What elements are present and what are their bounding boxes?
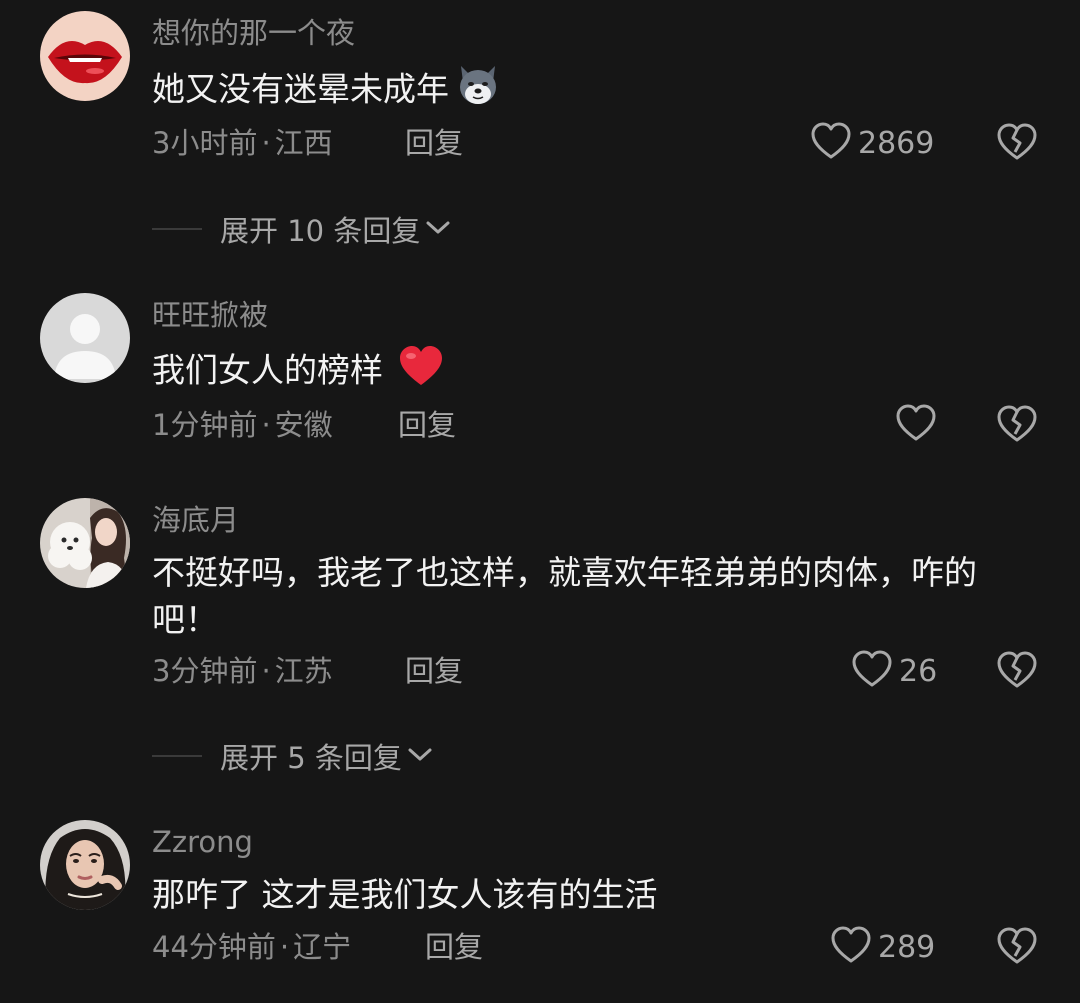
broken-heart-icon[interactable] bbox=[996, 926, 1038, 968]
expand-replies-label: 展开 5 条回复 bbox=[220, 741, 402, 775]
avatar[interactable] bbox=[40, 293, 130, 383]
avatar[interactable] bbox=[40, 820, 130, 910]
comment-username[interactable]: 旺旺掀被 bbox=[152, 297, 268, 333]
heart-outline-icon bbox=[810, 121, 852, 165]
comment-location: 安徽 bbox=[274, 408, 333, 442]
heart-outline-icon bbox=[830, 925, 872, 969]
expand-replies-label: 展开 10 条回复 bbox=[220, 214, 421, 248]
expand-replies-button[interactable]: 展开 5 条回复 bbox=[152, 736, 434, 776]
like-button[interactable]: 26 bbox=[851, 650, 937, 692]
comment-username[interactable]: Zzrong bbox=[152, 824, 253, 860]
broken-heart-icon[interactable] bbox=[996, 404, 1038, 446]
comment-time: 3分钟前 bbox=[152, 654, 258, 688]
comment-text: 不挺好吗，我老了也这样，就喜欢年轻弟弟的肉体，咋的吧！ bbox=[152, 553, 977, 639]
like-count: 26 bbox=[899, 653, 938, 689]
comment-time: 1分钟前 bbox=[152, 408, 258, 442]
meta-separator: · bbox=[261, 654, 271, 688]
reply-button[interactable]: 回复 bbox=[405, 125, 463, 161]
avatar[interactable] bbox=[40, 11, 130, 101]
heart-outline-icon bbox=[895, 403, 937, 447]
divider-line bbox=[152, 228, 202, 230]
wolf-emoji-icon bbox=[455, 62, 501, 120]
chevron-down-icon bbox=[406, 744, 434, 768]
comment-text: 我们女人的榜样 bbox=[152, 344, 1042, 400]
girl-with-dog-avatar-icon bbox=[40, 498, 130, 588]
comment-text-body: 她又没有迷晕未成年 bbox=[152, 69, 449, 109]
reply-button[interactable]: 回复 bbox=[398, 407, 456, 443]
divider-line bbox=[152, 755, 202, 757]
like-button[interactable] bbox=[895, 404, 943, 446]
reply-button[interactable]: 回复 bbox=[425, 929, 483, 965]
like-count: 2869 bbox=[858, 125, 935, 161]
comment-location: 江苏 bbox=[274, 654, 333, 688]
meta-separator: · bbox=[279, 930, 290, 964]
red-lips-avatar-icon bbox=[40, 11, 130, 101]
expand-replies-button[interactable]: 展开 10 条回复 bbox=[152, 209, 452, 249]
comment-time: 44分钟前 bbox=[152, 930, 276, 964]
comment-meta: 44分钟前 · 辽宁 bbox=[152, 929, 351, 965]
comment-meta: 3分钟前 · 江苏 bbox=[152, 653, 333, 689]
woman-portrait-avatar-icon bbox=[40, 820, 130, 910]
avatar[interactable] bbox=[40, 498, 130, 588]
heart-outline-icon bbox=[851, 649, 893, 693]
broken-heart-icon[interactable] bbox=[996, 650, 1038, 692]
red-heart-emoji-icon bbox=[397, 344, 445, 400]
comment-username[interactable]: 想你的那一个夜 bbox=[152, 15, 355, 51]
comment-text: 那咋了 这才是我们女人该有的生活 bbox=[152, 875, 658, 914]
comment-location: 辽宁 bbox=[293, 930, 352, 964]
comment-text-body: 我们女人的榜样 bbox=[152, 350, 383, 390]
broken-heart-icon[interactable] bbox=[996, 122, 1038, 164]
meta-separator: · bbox=[261, 408, 271, 442]
like-button[interactable]: 2869 bbox=[810, 122, 934, 164]
comment-time: 3小时前 bbox=[152, 126, 258, 160]
comment-text: 她又没有迷晕未成年 bbox=[152, 62, 1042, 120]
like-count: 289 bbox=[878, 929, 936, 965]
default-person-avatar-icon bbox=[40, 293, 130, 383]
comment-meta: 1分钟前 · 安徽 bbox=[152, 407, 333, 443]
meta-separator: · bbox=[261, 126, 271, 160]
comment-username[interactable]: 海底月 bbox=[152, 502, 239, 538]
comment-meta: 3小时前 · 江西 bbox=[152, 125, 333, 161]
like-button[interactable]: 289 bbox=[830, 926, 935, 968]
chevron-down-icon bbox=[424, 217, 452, 241]
reply-button[interactable]: 回复 bbox=[405, 653, 463, 689]
comment-location: 江西 bbox=[274, 126, 333, 160]
